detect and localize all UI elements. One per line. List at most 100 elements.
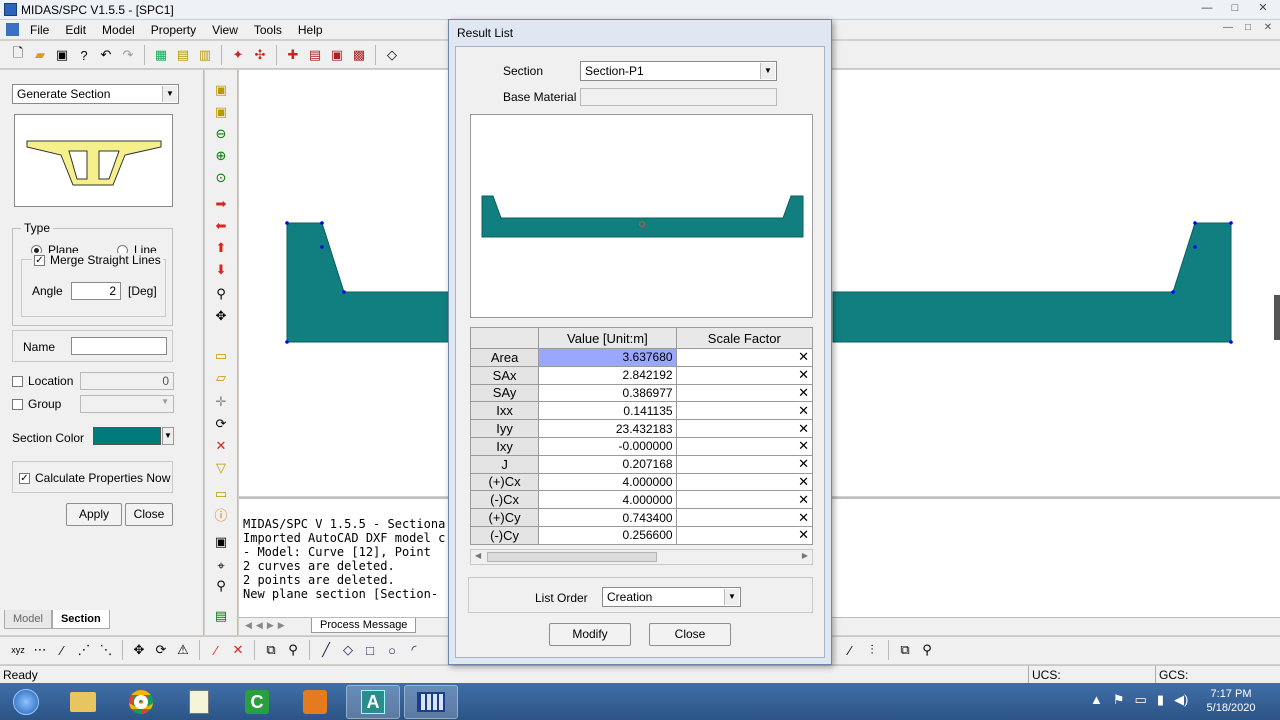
name-input[interactable] xyxy=(71,337,167,355)
calc-checkbox[interactable]: ✓ Calculate Properties Now xyxy=(19,471,170,485)
row-scale[interactable]: ✕ xyxy=(675,436,814,456)
network-icon[interactable]: ▮ xyxy=(1157,692,1164,708)
location-checkbox[interactable]: Location xyxy=(12,374,73,388)
list-order-select[interactable]: Creation ▼ xyxy=(602,587,741,607)
modify-button[interactable]: Modify xyxy=(549,623,631,646)
clock[interactable]: 7:17 PM 5/18/2020 xyxy=(1196,687,1266,715)
tray-expand-icon[interactable]: ▲ xyxy=(1090,692,1103,708)
row-value[interactable]: 23.432183 xyxy=(538,419,677,438)
display-icon[interactable]: ▦ xyxy=(151,45,171,65)
menu-file[interactable]: File xyxy=(22,22,57,38)
angle-input[interactable]: 2 xyxy=(71,282,121,300)
row-value[interactable]: -0.000000 xyxy=(538,436,677,456)
arrow-down-icon[interactable]: ⬇ xyxy=(213,262,229,278)
menu-edit[interactable]: Edit xyxy=(57,22,94,38)
section-color-swatch[interactable] xyxy=(93,427,161,445)
save-icon[interactable]: ▣ xyxy=(52,45,72,65)
table-row[interactable]: SAy 0.386977 ✕ xyxy=(469,383,814,403)
row-scale[interactable]: ✕ xyxy=(675,525,814,545)
table-row[interactable]: Ixy -0.000000 ✕ xyxy=(469,436,814,456)
chevron-down-icon[interactable]: ▼ xyxy=(724,589,739,605)
grid-snap-icon[interactable]: ▥ xyxy=(195,45,215,65)
scroll-right-icon[interactable]: ▶ xyxy=(802,551,808,560)
close-window-button[interactable]: ✕ xyxy=(1250,1,1276,17)
xyz-icon[interactable]: xyz xyxy=(8,640,28,660)
result-save-icon[interactable]: ▩ xyxy=(349,45,369,65)
result-icon[interactable]: ▣ xyxy=(327,45,347,65)
group-checkbox[interactable]: Group xyxy=(12,397,61,411)
scroll-left-icon[interactable]: ◀ xyxy=(475,551,481,560)
display-tray-icon[interactable]: ▭ xyxy=(1135,692,1147,708)
section-select[interactable]: Section-P1 ▼ xyxy=(580,61,777,81)
table-row[interactable]: J 0.207168 ✕ xyxy=(469,454,814,474)
arrow-left-icon[interactable]: ⬅ xyxy=(213,218,229,234)
row-scale[interactable]: ✕ xyxy=(675,383,814,403)
table-row[interactable]: (+)Cy 0.743400 ✕ xyxy=(469,508,814,527)
select-box-icon[interactable]: ▭ xyxy=(213,348,229,364)
camtasia-taskbar-icon[interactable]: C xyxy=(230,685,284,719)
maximize-button[interactable]: □ xyxy=(1222,1,1248,17)
measure-icon[interactable]: ⌖ xyxy=(213,558,229,574)
menu-model[interactable]: Model xyxy=(94,22,143,38)
chevron-down-icon[interactable]: ▼ xyxy=(162,86,177,102)
autocad-taskbar-icon[interactable]: A xyxy=(346,685,400,719)
start-button[interactable] xyxy=(6,685,46,719)
table-row[interactable]: (+)Cx 4.000000 ✕ xyxy=(469,472,814,492)
magnify-icon[interactable]: ⚲ xyxy=(213,286,229,302)
mirror-icon[interactable]: ⚠ xyxy=(173,640,193,660)
arc-tool-icon[interactable]: ◜ xyxy=(404,640,424,660)
panel-close-button[interactable]: Close xyxy=(125,503,173,526)
line-tool-icon[interactable]: ╱ xyxy=(316,640,336,660)
row-scale[interactable]: ✕ xyxy=(675,472,814,492)
table-hscrollbar[interactable]: ◀ ▶ xyxy=(470,549,813,565)
rotate-node-icon[interactable]: ⟳ xyxy=(151,640,171,660)
color-dropdown-icon[interactable]: ▼ xyxy=(162,427,174,445)
circle-tool-icon[interactable]: ○ xyxy=(382,640,402,660)
table-row[interactable]: (-)Cy 0.256600 ✕ xyxy=(469,525,814,545)
arrow-up-icon[interactable]: ⬆ xyxy=(213,240,229,256)
zoom-window-icon[interactable]: ▣ xyxy=(213,104,229,120)
query-icon[interactable]: ⚲ xyxy=(213,578,229,594)
help-icon[interactable]: ? xyxy=(74,45,94,65)
dimension-icon[interactable]: ▭ xyxy=(213,486,229,502)
export-icon[interactable]: ▤ xyxy=(213,608,229,624)
mode-select[interactable]: Generate Section ▼ xyxy=(12,84,179,104)
merge-checkbox[interactable]: ✓ Merge Straight Lines xyxy=(32,253,163,267)
query-icon[interactable]: ⚲ xyxy=(917,640,937,660)
new-file-icon[interactable]: 🗋 xyxy=(8,45,28,65)
row-scale[interactable]: ✕ xyxy=(675,454,814,474)
midas-taskbar-icon[interactable] xyxy=(404,685,458,719)
trim-icon[interactable]: ✕ xyxy=(228,640,248,660)
row-value[interactable]: 0.256600 xyxy=(538,525,677,545)
mdi-restore-button[interactable]: □ xyxy=(1240,22,1256,37)
rotate-icon[interactable]: ⟳ xyxy=(213,416,229,432)
snap-mid-icon[interactable]: ⋰ xyxy=(74,640,94,660)
action-center-icon[interactable]: ⚑ xyxy=(1113,692,1125,708)
redo-icon[interactable]: ↷ xyxy=(118,45,138,65)
undo-icon[interactable]: ↶ xyxy=(96,45,116,65)
row-value[interactable]: 4.000000 xyxy=(538,472,677,492)
tab-process-message[interactable]: Process Message xyxy=(311,618,417,633)
divide-icon[interactable]: ⁄ xyxy=(840,640,860,660)
row-scale[interactable]: ✕ xyxy=(675,490,814,510)
curve-icon[interactable]: ✣ xyxy=(250,45,270,65)
info-icon[interactable]: ⓘ xyxy=(213,508,229,524)
menu-tools[interactable]: Tools xyxy=(246,22,290,38)
save-view-icon[interactable]: ▣ xyxy=(213,534,229,550)
chrome-taskbar-icon[interactable] xyxy=(114,685,168,719)
polyline-tool-icon[interactable]: ◇ xyxy=(338,640,358,660)
filter-icon[interactable]: ▽ xyxy=(213,460,229,476)
row-value[interactable]: 0.141135 xyxy=(538,401,677,421)
move-node-icon[interactable]: ✥ xyxy=(129,640,149,660)
explorer-taskbar-icon[interactable] xyxy=(56,685,110,719)
row-scale[interactable]: ✕ xyxy=(675,419,814,438)
dialog-close-button[interactable]: Close xyxy=(649,623,731,646)
point-icon[interactable]: ✦ xyxy=(228,45,248,65)
row-value[interactable]: 4.000000 xyxy=(538,490,677,510)
open-folder-icon[interactable]: ▰ xyxy=(30,45,50,65)
scroll-thumb[interactable] xyxy=(487,552,657,562)
select-poly-icon[interactable]: ▱ xyxy=(213,370,229,386)
copy-icon[interactable]: ⧉ xyxy=(895,640,915,660)
select-icon[interactable]: ◇ xyxy=(382,45,402,65)
table-row[interactable]: Ixx 0.141135 ✕ xyxy=(469,401,814,421)
